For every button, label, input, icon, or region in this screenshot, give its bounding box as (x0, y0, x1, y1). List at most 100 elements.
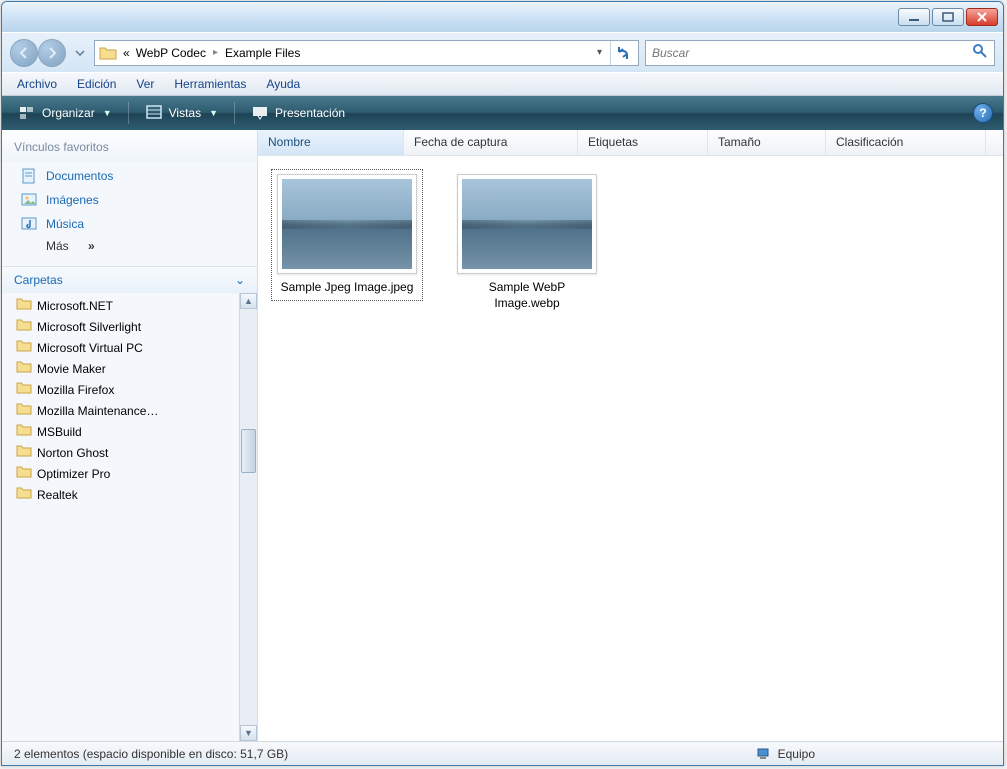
tree-item-label: Realtek (37, 488, 78, 502)
column-header[interactable]: Tamaño (708, 130, 826, 155)
tree-item[interactable]: Microsoft Silverlight (16, 316, 239, 337)
folder-icon (16, 339, 32, 356)
address-dropdown[interactable]: ▾ (593, 47, 606, 58)
folder-icon (16, 297, 32, 314)
fav-label: Imágenes (46, 193, 99, 207)
tree-item[interactable]: Optimizer Pro (16, 463, 239, 484)
folder-icon (16, 318, 32, 335)
maximize-button[interactable] (932, 8, 964, 26)
status-right: Equipo (756, 747, 995, 761)
column-header[interactable]: Nombre (258, 130, 404, 155)
scroll-thumb[interactable] (241, 429, 256, 473)
favorites-list: Documentos Imágenes Música Más » (2, 162, 257, 266)
address-bar[interactable]: « WebP Codec ▸ Example Files ▾ (94, 40, 639, 66)
maximize-icon (942, 12, 954, 22)
minimize-icon (908, 12, 920, 22)
scroll-up-button[interactable]: ▲ (240, 293, 257, 309)
tree-item-label: Movie Maker (37, 362, 106, 376)
navbar: « WebP Codec ▸ Example Files ▾ (2, 32, 1003, 72)
views-button[interactable]: Vistas ▼ (139, 102, 224, 124)
breadcrumb-item-0[interactable]: WebP Codec (134, 46, 208, 60)
forward-arrow-icon (45, 46, 59, 60)
organize-button[interactable]: Organizar ▼ (12, 102, 118, 124)
tree-item-label: Microsoft Virtual PC (37, 341, 143, 355)
menu-archivo[interactable]: Archivo (8, 74, 66, 94)
fav-label: Documentos (46, 169, 113, 183)
breadcrumb: « WebP Codec ▸ Example Files (121, 46, 589, 60)
file-item[interactable]: Sample Jpeg Image.jpeg (272, 170, 422, 300)
scroll-down-button[interactable]: ▼ (240, 725, 257, 741)
documents-icon (20, 167, 38, 185)
tree-scrollbar[interactable]: ▲ ▼ (239, 293, 257, 741)
tree-item[interactable]: Mozilla Maintenance… (16, 400, 239, 421)
back-button[interactable] (10, 39, 38, 67)
toolbar: Organizar ▼ Vistas ▼ Presentación ? (2, 96, 1003, 130)
tree-item-label: Microsoft.NET (37, 299, 113, 313)
search-icon[interactable] (972, 43, 988, 62)
tree-item-label: Microsoft Silverlight (37, 320, 141, 334)
nav-history-dropdown[interactable] (72, 39, 88, 67)
refresh-button[interactable] (610, 41, 634, 65)
tree-item[interactable]: MSBuild (16, 421, 239, 442)
breadcrumb-separator-icon: ▸ (210, 47, 221, 58)
tree-item-label: Optimizer Pro (37, 467, 110, 481)
search-input[interactable] (652, 46, 972, 60)
tree-item-label: Mozilla Firefox (37, 383, 114, 397)
chevron-down-icon: ▼ (103, 108, 112, 118)
menu-ayuda[interactable]: Ayuda (257, 74, 309, 94)
toolbar-divider (128, 102, 129, 124)
fav-more[interactable]: Más » (2, 236, 257, 256)
views-label: Vistas (169, 106, 201, 120)
fav-label: Música (46, 217, 84, 231)
file-list[interactable]: Sample Jpeg Image.jpeg Sample WebP Image.… (258, 156, 1003, 741)
music-icon (20, 215, 38, 233)
close-icon (976, 12, 988, 22)
content: NombreFecha de capturaEtiquetasTamañoCla… (258, 130, 1003, 741)
menu-ver[interactable]: Ver (127, 74, 163, 94)
tree-item-label: MSBuild (37, 425, 82, 439)
column-header[interactable]: Fecha de captura (404, 130, 578, 155)
file-name: Sample WebP Image.webp (456, 280, 598, 311)
tree-item[interactable]: Realtek (16, 484, 239, 505)
presentation-button[interactable]: Presentación (245, 102, 351, 124)
tree-item-label: Norton Ghost (37, 446, 108, 460)
status-location: Equipo (778, 747, 815, 761)
menubar: Archivo Edición Ver Herramientas Ayuda (2, 72, 1003, 96)
file-item[interactable]: Sample WebP Image.webp (452, 170, 602, 315)
column-header[interactable]: Etiquetas (578, 130, 708, 155)
folder-icon (16, 486, 32, 503)
organize-label: Organizar (42, 106, 95, 120)
back-arrow-icon (17, 46, 31, 60)
column-header[interactable]: Clasificación (826, 130, 986, 155)
tree-item[interactable]: Movie Maker (16, 358, 239, 379)
more-label: Más (46, 239, 69, 253)
tree-item[interactable]: Mozilla Firefox (16, 379, 239, 400)
menu-herramientas[interactable]: Herramientas (165, 74, 255, 94)
body: Vínculos favoritos Documentos Imágenes M… (2, 130, 1003, 741)
file-thumbnail (277, 174, 417, 274)
folder-icon (16, 381, 32, 398)
fav-documentos[interactable]: Documentos (2, 164, 257, 188)
menu-edicion[interactable]: Edición (68, 74, 125, 94)
chevron-down-icon: ⌄ (235, 273, 245, 287)
fav-imagenes[interactable]: Imágenes (2, 188, 257, 212)
chevron-right-icon: » (88, 239, 95, 253)
chevron-down-icon: ▼ (209, 108, 218, 118)
tree-item[interactable]: Microsoft Virtual PC (16, 337, 239, 358)
tree-item[interactable]: Microsoft.NET (16, 295, 239, 316)
column-headers: NombreFecha de capturaEtiquetasTamañoCla… (258, 130, 1003, 156)
folder-icon (99, 45, 117, 61)
close-button[interactable] (966, 8, 998, 26)
forward-button[interactable] (38, 39, 66, 67)
search-bar[interactable] (645, 40, 995, 66)
folders-header[interactable]: Carpetas ⌄ (2, 266, 257, 293)
presentation-label: Presentación (275, 106, 345, 120)
status-text: 2 elementos (espacio disponible en disco… (10, 747, 292, 761)
help-button[interactable]: ? (973, 103, 993, 123)
fav-musica[interactable]: Música (2, 212, 257, 236)
minimize-button[interactable] (898, 8, 930, 26)
breadcrumb-item-1[interactable]: Example Files (223, 46, 302, 60)
tree-item[interactable]: Norton Ghost (16, 442, 239, 463)
tree-item-label: Mozilla Maintenance… (37, 404, 158, 418)
folder-icon (16, 465, 32, 482)
